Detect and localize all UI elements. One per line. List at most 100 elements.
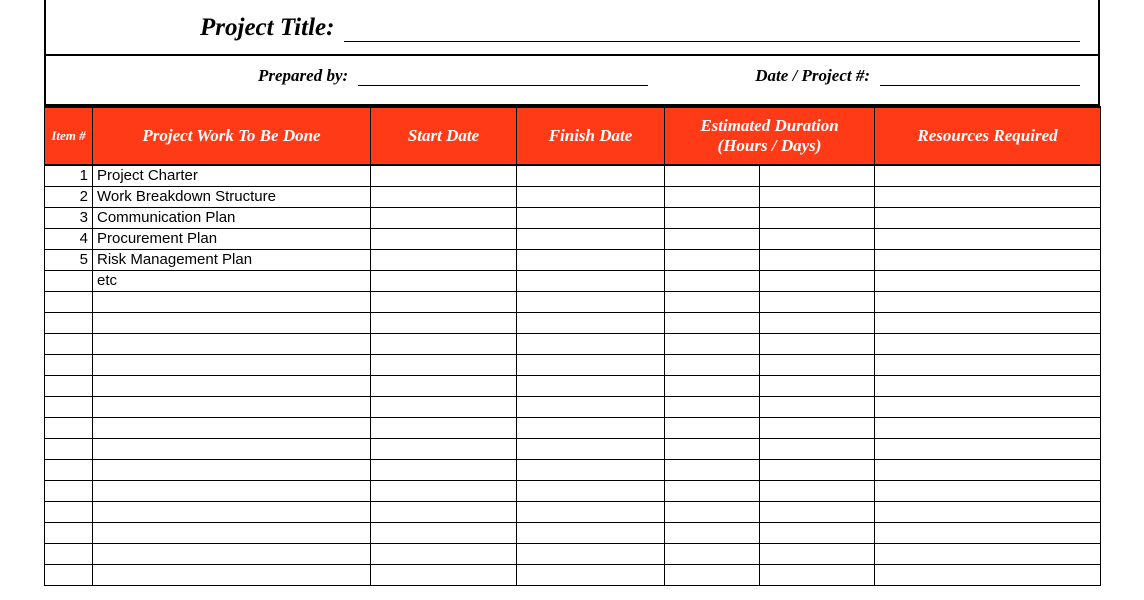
cell-duration-days[interactable] [760, 228, 875, 249]
cell-work[interactable] [93, 354, 371, 375]
cell-item-num[interactable] [45, 354, 93, 375]
cell-start-date[interactable] [371, 564, 517, 585]
cell-finish-date[interactable] [517, 270, 665, 291]
cell-finish-date[interactable] [517, 207, 665, 228]
cell-item-num[interactable]: 2 [45, 186, 93, 207]
cell-duration-hours[interactable] [665, 417, 760, 438]
cell-resources[interactable] [875, 186, 1101, 207]
cell-resources[interactable] [875, 480, 1101, 501]
cell-duration-hours[interactable] [665, 333, 760, 354]
cell-duration-hours[interactable] [665, 270, 760, 291]
cell-duration-hours[interactable] [665, 165, 760, 186]
cell-duration-hours[interactable] [665, 312, 760, 333]
cell-start-date[interactable] [371, 522, 517, 543]
cell-duration-hours[interactable] [665, 480, 760, 501]
prepared-by-input[interactable] [358, 70, 648, 86]
cell-resources[interactable] [875, 207, 1101, 228]
cell-item-num[interactable] [45, 417, 93, 438]
cell-finish-date[interactable] [517, 564, 665, 585]
cell-duration-hours[interactable] [665, 501, 760, 522]
cell-resources[interactable] [875, 564, 1101, 585]
cell-resources[interactable] [875, 228, 1101, 249]
cell-work[interactable]: Procurement Plan [93, 228, 371, 249]
cell-duration-hours[interactable] [665, 291, 760, 312]
cell-resources[interactable] [875, 291, 1101, 312]
cell-item-num[interactable] [45, 543, 93, 564]
cell-start-date[interactable] [371, 417, 517, 438]
cell-start-date[interactable] [371, 354, 517, 375]
cell-duration-days[interactable] [760, 396, 875, 417]
cell-duration-hours[interactable] [665, 249, 760, 270]
cell-work[interactable]: Risk Management Plan [93, 249, 371, 270]
cell-resources[interactable] [875, 165, 1101, 186]
cell-finish-date[interactable] [517, 459, 665, 480]
cell-duration-hours[interactable] [665, 186, 760, 207]
cell-start-date[interactable] [371, 375, 517, 396]
cell-start-date[interactable] [371, 228, 517, 249]
cell-start-date[interactable] [371, 459, 517, 480]
cell-duration-days[interactable] [760, 417, 875, 438]
cell-start-date[interactable] [371, 438, 517, 459]
cell-finish-date[interactable] [517, 543, 665, 564]
cell-resources[interactable] [875, 459, 1101, 480]
cell-work[interactable]: Work Breakdown Structure [93, 186, 371, 207]
cell-finish-date[interactable] [517, 333, 665, 354]
cell-work[interactable] [93, 438, 371, 459]
cell-resources[interactable] [875, 438, 1101, 459]
cell-work[interactable] [93, 501, 371, 522]
cell-work[interactable]: etc [93, 270, 371, 291]
cell-start-date[interactable] [371, 501, 517, 522]
cell-item-num[interactable]: 1 [45, 165, 93, 186]
cell-duration-days[interactable] [760, 543, 875, 564]
cell-start-date[interactable] [371, 186, 517, 207]
cell-work[interactable] [93, 396, 371, 417]
cell-finish-date[interactable] [517, 354, 665, 375]
cell-finish-date[interactable] [517, 312, 665, 333]
cell-start-date[interactable] [371, 270, 517, 291]
cell-item-num[interactable] [45, 375, 93, 396]
cell-item-num[interactable]: 3 [45, 207, 93, 228]
cell-item-num[interactable] [45, 480, 93, 501]
cell-resources[interactable] [875, 417, 1101, 438]
cell-start-date[interactable] [371, 543, 517, 564]
cell-finish-date[interactable] [517, 186, 665, 207]
cell-start-date[interactable] [371, 480, 517, 501]
cell-start-date[interactable] [371, 165, 517, 186]
cell-duration-days[interactable] [760, 564, 875, 585]
cell-item-num[interactable] [45, 312, 93, 333]
cell-resources[interactable] [875, 333, 1101, 354]
cell-start-date[interactable] [371, 333, 517, 354]
cell-start-date[interactable] [371, 249, 517, 270]
cell-duration-days[interactable] [760, 249, 875, 270]
cell-resources[interactable] [875, 312, 1101, 333]
cell-finish-date[interactable] [517, 501, 665, 522]
cell-duration-hours[interactable] [665, 522, 760, 543]
cell-work[interactable] [93, 480, 371, 501]
cell-work[interactable] [93, 291, 371, 312]
cell-duration-days[interactable] [760, 522, 875, 543]
cell-duration-days[interactable] [760, 291, 875, 312]
cell-resources[interactable] [875, 270, 1101, 291]
cell-item-num[interactable] [45, 522, 93, 543]
cell-item-num[interactable]: 4 [45, 228, 93, 249]
cell-finish-date[interactable] [517, 417, 665, 438]
cell-duration-days[interactable] [760, 165, 875, 186]
cell-finish-date[interactable] [517, 438, 665, 459]
cell-resources[interactable] [875, 501, 1101, 522]
cell-duration-days[interactable] [760, 270, 875, 291]
cell-finish-date[interactable] [517, 249, 665, 270]
cell-item-num[interactable] [45, 501, 93, 522]
cell-work[interactable] [93, 417, 371, 438]
cell-duration-days[interactable] [760, 438, 875, 459]
cell-work[interactable] [93, 459, 371, 480]
project-title-input[interactable] [344, 23, 1080, 42]
cell-resources[interactable] [875, 354, 1101, 375]
cell-item-num[interactable] [45, 291, 93, 312]
cell-duration-days[interactable] [760, 501, 875, 522]
cell-duration-hours[interactable] [665, 228, 760, 249]
cell-finish-date[interactable] [517, 375, 665, 396]
cell-work[interactable] [93, 312, 371, 333]
cell-work[interactable] [93, 333, 371, 354]
cell-duration-hours[interactable] [665, 354, 760, 375]
cell-work[interactable] [93, 564, 371, 585]
